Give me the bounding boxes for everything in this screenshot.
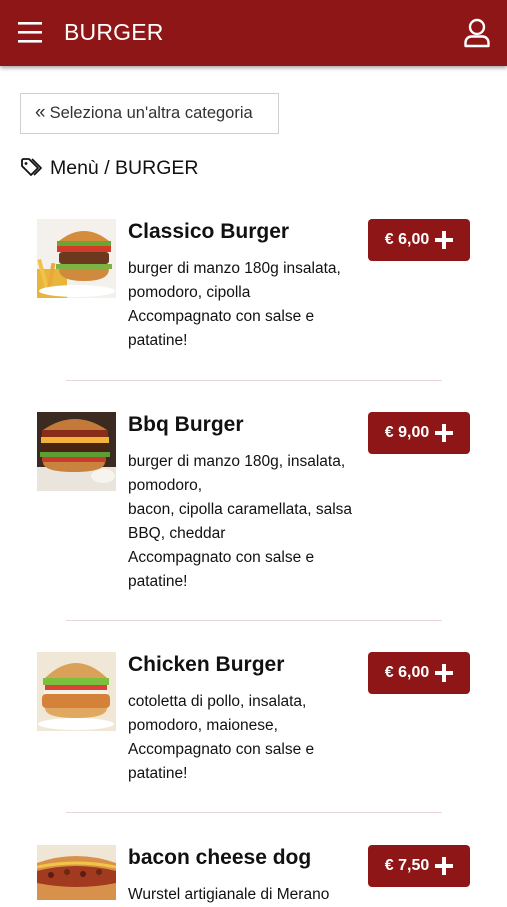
back-button-label: Seleziona un'altra categoria xyxy=(49,104,253,122)
tags-icon xyxy=(21,158,42,176)
item-name: Classico Burger xyxy=(128,220,290,243)
double-chevron-left-icon: « xyxy=(35,102,46,123)
plus-icon xyxy=(435,664,454,682)
plus-icon xyxy=(435,857,454,875)
hotdog-photo xyxy=(37,845,116,900)
item-description: burger di manzo 180g insalata, pomodoro,… xyxy=(128,260,341,349)
item-name: bacon cheese dog xyxy=(128,846,312,869)
item-divider xyxy=(66,380,442,381)
item-divider xyxy=(66,812,442,813)
item-name: Bbq Burger xyxy=(128,413,244,436)
add-to-cart-button[interactable]: € 7,50 xyxy=(368,845,470,887)
item-price: € 7,50 xyxy=(384,857,430,874)
item-price: € 9,00 xyxy=(384,424,430,441)
burger-photo xyxy=(37,219,116,298)
breadcrumb-text: Menù / BURGER xyxy=(50,156,199,179)
hamburger-menu-icon[interactable] xyxy=(16,20,46,46)
item-description: burger di manzo 180g, insalata, pomodoro… xyxy=(128,453,353,590)
page-title: BURGER xyxy=(64,19,164,45)
burger-photo xyxy=(37,412,116,491)
plus-icon xyxy=(435,231,454,249)
item-price: € 6,00 xyxy=(384,664,430,681)
item-description: Wurstel artigianale di Merano xyxy=(128,886,330,903)
user-account-icon[interactable] xyxy=(462,17,492,49)
select-other-category-button[interactable]: « Seleziona un'altra categoria xyxy=(20,93,279,134)
add-to-cart-button[interactable]: € 9,00 xyxy=(368,412,470,454)
burger-photo xyxy=(37,652,116,731)
breadcrumb: Menù / BURGER xyxy=(20,155,198,181)
item-divider xyxy=(66,620,442,621)
item-description: cotoletta di pollo, insalata, pomodoro, … xyxy=(128,693,315,782)
item-name: Chicken Burger xyxy=(128,653,285,676)
item-price: € 6,00 xyxy=(384,231,430,248)
app-header: BURGER xyxy=(0,0,507,66)
plus-icon xyxy=(435,424,454,442)
add-to-cart-button[interactable]: € 6,00 xyxy=(368,652,470,694)
add-to-cart-button[interactable]: € 6,00 xyxy=(368,219,470,261)
